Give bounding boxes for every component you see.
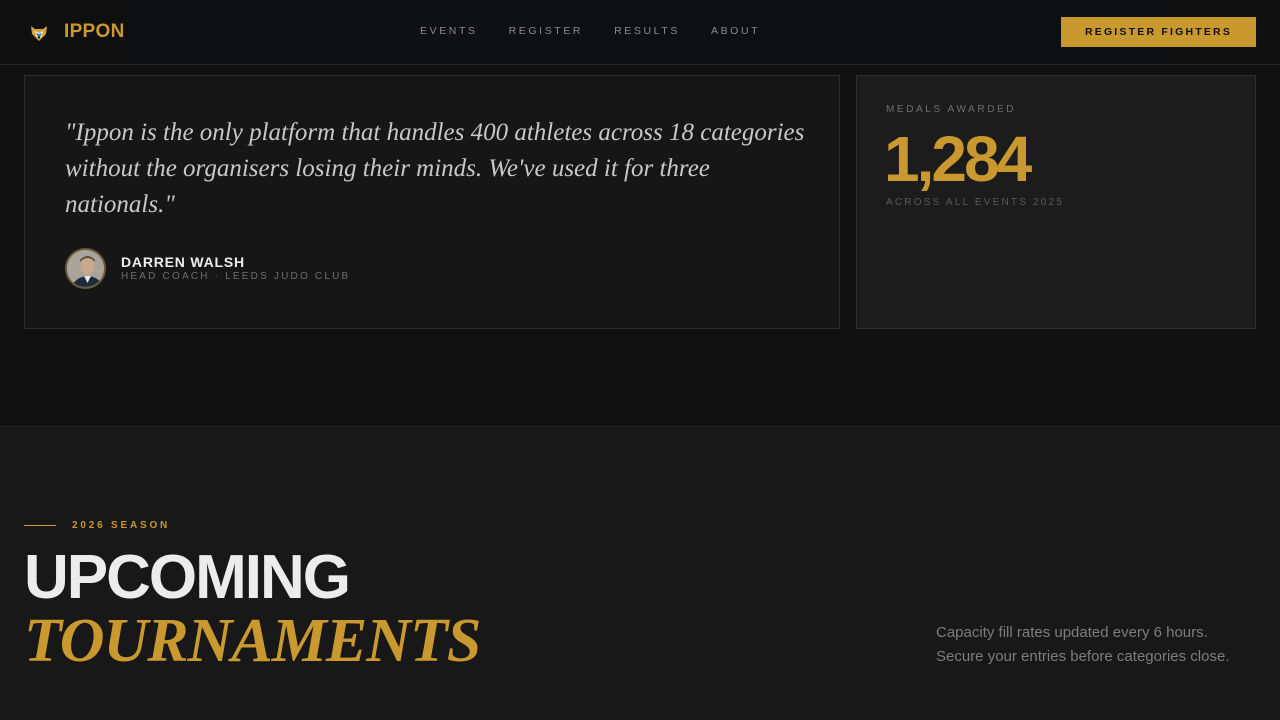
eyebrow-divider — [24, 525, 56, 526]
fox-head-icon — [31, 26, 47, 41]
author-name: DARREN WALSH — [121, 253, 245, 270]
medals-stat-card: MEDALS AWARDED 1,284 ACROSS ALL EVENTS 2… — [856, 75, 1256, 329]
testimonial-author: DARREN WALSH HEAD COACH · LEEDS JUDO CLU… — [65, 248, 350, 289]
brand-name: IPPON — [64, 21, 125, 42]
nav-link-register[interactable]: REGISTER — [509, 25, 583, 37]
upcoming-tournaments-section: 2026 SEASON UPCOMING TOURNAMENTS Capacit… — [0, 426, 1280, 720]
testimonial-card: "Ippon is the only platform that handles… — [24, 75, 840, 329]
top-nav: IPPON EVENTS REGISTER RESULTS ABOUT REGI… — [0, 0, 1280, 65]
stat-value: 1,284 — [884, 123, 1032, 195]
nav-link-about[interactable]: ABOUT — [711, 25, 760, 37]
brand[interactable]: IPPON — [30, 20, 125, 44]
section-note: Capacity fill rates updated every 6 hour… — [936, 624, 1230, 665]
register-fighters-button[interactable]: REGISTER FIGHTERS — [1061, 17, 1256, 47]
testimonial-quote: "Ippon is the only platform that handles… — [65, 119, 805, 218]
section-title-line1: UPCOMING — [24, 543, 351, 612]
section-title-line2: TOURNAMENTS — [24, 607, 481, 675]
stat-label: MEDALS AWARDED — [886, 104, 1017, 115]
author-info: DARREN WALSH HEAD COACH · LEEDS JUDO CLU… — [121, 254, 350, 284]
nav-link-results[interactable]: RESULTS — [614, 25, 680, 37]
author-role: HEAD COACH · LEEDS JUDO CLUB — [121, 270, 351, 282]
stat-caption: ACROSS ALL EVENTS 2025 — [886, 197, 1065, 208]
eyebrow-text: 2026 SEASON — [72, 520, 171, 531]
person-portrait-icon — [67, 250, 104, 287]
nav-link-events[interactable]: EVENTS — [420, 25, 478, 37]
section-eyebrow: 2026 SEASON — [24, 520, 170, 531]
nav-links: EVENTS REGISTER RESULTS ABOUT — [420, 25, 791, 37]
avatar — [65, 248, 106, 289]
